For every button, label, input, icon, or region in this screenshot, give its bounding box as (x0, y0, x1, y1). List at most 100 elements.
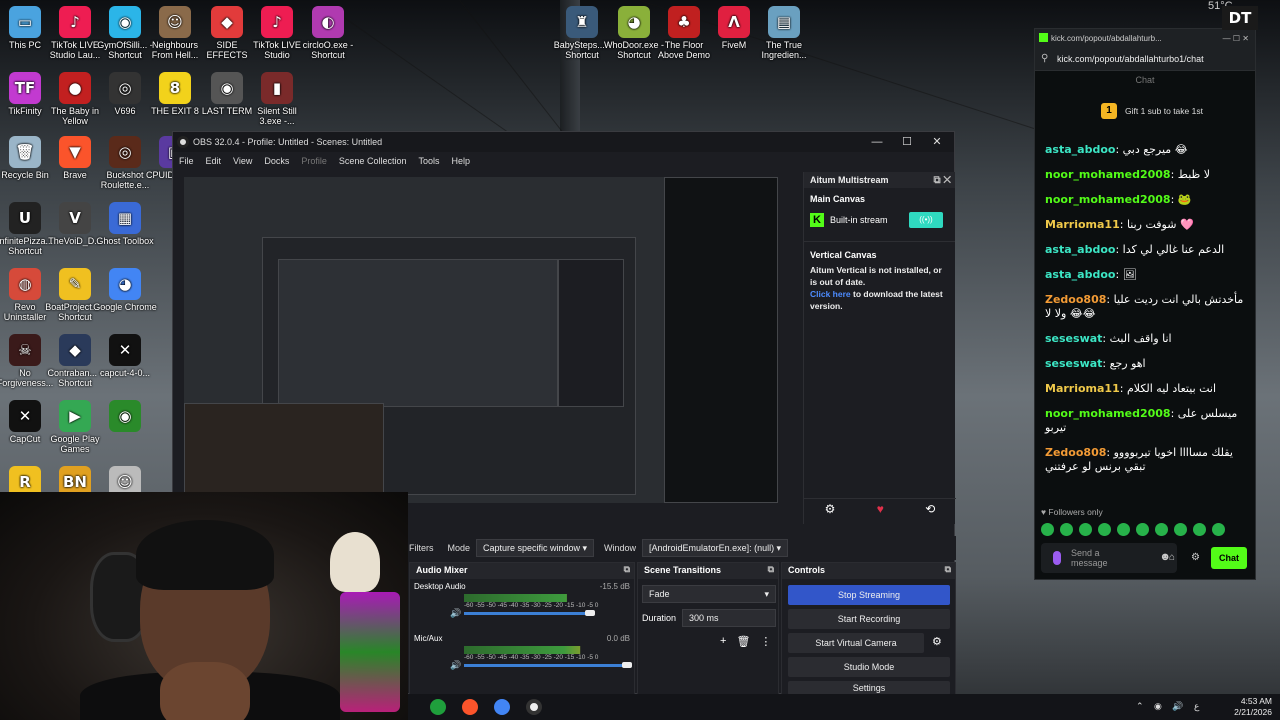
click-here-link[interactable]: Click here (810, 289, 851, 299)
add-icon[interactable]: + (720, 635, 726, 648)
chat-message[interactable]: seseswat: انا واقف البث (1045, 332, 1251, 346)
filters-button[interactable]: Filters (409, 543, 434, 553)
obs-titlebar[interactable]: OBS 32.0.4 - Profile: Untitled - Scenes:… (173, 132, 954, 152)
menu-tools[interactable]: Tools (418, 156, 439, 166)
trash-icon[interactable]: 🗑 (736, 635, 750, 648)
menu-view[interactable]: View (233, 156, 252, 166)
menu-docks[interactable]: Docks (264, 156, 289, 166)
menu-edit[interactable]: Edit (206, 156, 222, 166)
emote-icon[interactable] (1136, 523, 1149, 536)
desktop-icon[interactable]: ▤ The True Ingredien... (752, 6, 816, 60)
gear-icon[interactable]: ⚙ (932, 635, 942, 648)
desktop-icon[interactable]: ✕ capcut-4-0... (93, 334, 157, 378)
chat-tab[interactable]: Chat (1035, 71, 1255, 89)
dock-icon[interactable]: ⧉ (945, 564, 951, 575)
refresh-icon[interactable]: ⟲ (925, 502, 935, 516)
chat-username[interactable]: asta_abdoo (1045, 268, 1115, 281)
brave-icon[interactable] (462, 699, 478, 715)
chat-send-button[interactable]: Chat (1211, 547, 1247, 569)
dock-icon[interactable]: ⧉ (768, 564, 774, 575)
chat-message[interactable]: asta_abdoo: ميرجع دبي 😂 (1045, 143, 1251, 157)
dock-close-icon[interactable]: ⧉ ✕ (933, 175, 951, 186)
chat-message[interactable]: noor_mohamed2008: 🐸 (1045, 193, 1251, 207)
site-info-icon[interactable]: ⚲ (1041, 53, 1048, 64)
window-select[interactable]: [AndroidEmulatorEn.exe]: (null) ▾ (642, 539, 789, 557)
chat-message[interactable]: noor_mohamed2008: لا ظبط (1045, 168, 1251, 182)
close-icon[interactable]: ✕ (926, 134, 948, 150)
settings-button[interactable]: Settings (788, 681, 950, 695)
chrome-icon[interactable] (494, 699, 510, 715)
chat-username[interactable]: Zedoo808 (1045, 446, 1106, 459)
chat-username[interactable]: seseswat (1045, 332, 1102, 345)
lang-indicator[interactable]: ع (1194, 701, 1199, 712)
emote-icon[interactable] (1098, 523, 1111, 536)
desktop-icon[interactable]: ◉ (93, 400, 157, 434)
desktop-icon[interactable]: ◐ circloO.exe - Shortcut (296, 6, 360, 60)
transition-select[interactable]: Fade ▾ (642, 585, 776, 603)
desktop-audio-slider[interactable] (464, 612, 594, 615)
more-icon[interactable]: ⋮ (760, 635, 771, 648)
kick-titlebar[interactable]: kick.com/popout/abdallahturb... — ☐ ✕ (1035, 29, 1255, 47)
chat-message[interactable]: noor_mohamed2008: ميسلس على تيربو (1045, 407, 1251, 435)
speaker-icon[interactable]: 🔊 (450, 660, 461, 671)
chat-message[interactable]: Zedoo808: يقلك مساااا اخويا تيربوووو تبق… (1045, 446, 1251, 474)
emote-icon[interactable] (1212, 523, 1225, 536)
menu-scene-collection[interactable]: Scene Collection (339, 156, 407, 166)
obs-icon[interactable] (526, 699, 542, 715)
chat-username[interactable]: noor_mohamed2008 (1045, 407, 1171, 420)
menu-help[interactable]: Help (451, 156, 470, 166)
xbox-icon[interactable] (430, 699, 446, 715)
mic-knob[interactable] (622, 662, 632, 668)
stream-toggle[interactable]: ((•)) (909, 212, 943, 228)
emote-icon[interactable] (1117, 523, 1130, 536)
gear-icon[interactable]: ⚙ (825, 502, 836, 516)
emote-icon[interactable] (1060, 523, 1073, 536)
chat-message[interactable]: seseswat: اهو رجع (1045, 357, 1251, 371)
menu-file[interactable]: File (179, 156, 194, 166)
studio-mode-button[interactable]: Studio Mode (788, 657, 950, 677)
heart-icon[interactable]: ♥ (877, 502, 884, 516)
mode-select[interactable]: Capture specific window ▾ (476, 539, 595, 557)
stop-streaming-button[interactable]: Stop Streaming (788, 585, 950, 605)
desktop-audio-knob[interactable] (585, 610, 596, 616)
chat-username[interactable]: Marrioma11 (1045, 382, 1120, 395)
volume-icon[interactable]: 🔊 (1172, 701, 1183, 712)
mic-slider[interactable] (464, 664, 630, 667)
desktop-icon[interactable]: ◕ Google Chrome (93, 268, 157, 312)
chat-message[interactable]: Zedoo808: مأخدتش بالي انت رديت عليا 😂😂 و… (1045, 293, 1251, 321)
gift-sub-banner[interactable]: 1 Gift 1 sub to take 1st (1041, 97, 1249, 125)
chat-username[interactable]: asta_abdoo (1045, 243, 1115, 256)
emote-icon[interactable] (1174, 523, 1187, 536)
send-message-input[interactable]: Send a message ☻ (1041, 543, 1177, 573)
window-controls[interactable]: — ☐ ✕ (1223, 34, 1249, 43)
maximize-icon[interactable]: ☐ (896, 134, 918, 150)
start-virtual-camera-button[interactable]: Start Virtual Camera (788, 633, 924, 653)
network-icon[interactable]: ◉ (1154, 701, 1162, 712)
chat-message[interactable]: Marrioma11: انت بيتعاد ليه الكلام (1045, 382, 1251, 396)
dock-icon[interactable]: ⧉ (624, 564, 630, 575)
emote-icon[interactable] (1079, 523, 1092, 536)
chat-message[interactable]: asta_abdoo: 🖼 (1045, 268, 1251, 282)
chevron-up-icon[interactable]: ⌃ (1136, 701, 1144, 712)
chat-username[interactable]: seseswat (1045, 357, 1102, 370)
chat-username[interactable]: Zedoo808 (1045, 293, 1106, 306)
emote-icon[interactable] (1041, 523, 1054, 536)
chat-username[interactable]: asta_abdoo (1045, 143, 1115, 156)
chat-message[interactable]: Marrioma11: شوفت ربنا 🩷 (1045, 218, 1251, 232)
kick-chat-window[interactable]: kick.com/popout/abdallahturb... — ☐ ✕ ⚲ … (1034, 28, 1256, 580)
start-recording-button[interactable]: Start Recording (788, 609, 950, 629)
chat-username[interactable]: Marrioma11 (1045, 218, 1120, 231)
minimize-icon[interactable]: — (866, 134, 888, 150)
gift-icon[interactable]: ⌂ (1169, 552, 1175, 563)
mic-icon[interactable] (1053, 551, 1061, 565)
obs-preview[interactable] (184, 177, 778, 503)
settings-icon[interactable]: ⚙ (1191, 552, 1200, 563)
chat-username[interactable]: noor_mohamed2008 (1045, 193, 1171, 206)
chat-message[interactable]: asta_abdoo: الدعم عنا غالي لي كدا (1045, 243, 1251, 257)
speaker-icon[interactable]: 🔊 (450, 608, 461, 619)
menu-profile[interactable]: Profile (301, 156, 327, 166)
desktop-icon[interactable]: ▮ Silent Still 3.exe -... (245, 72, 309, 126)
emote-icon[interactable] (1155, 523, 1168, 536)
duration-input[interactable]: 300 ms (682, 609, 776, 627)
clock[interactable]: 4:53 AM 2/21/2026 (1234, 696, 1272, 718)
